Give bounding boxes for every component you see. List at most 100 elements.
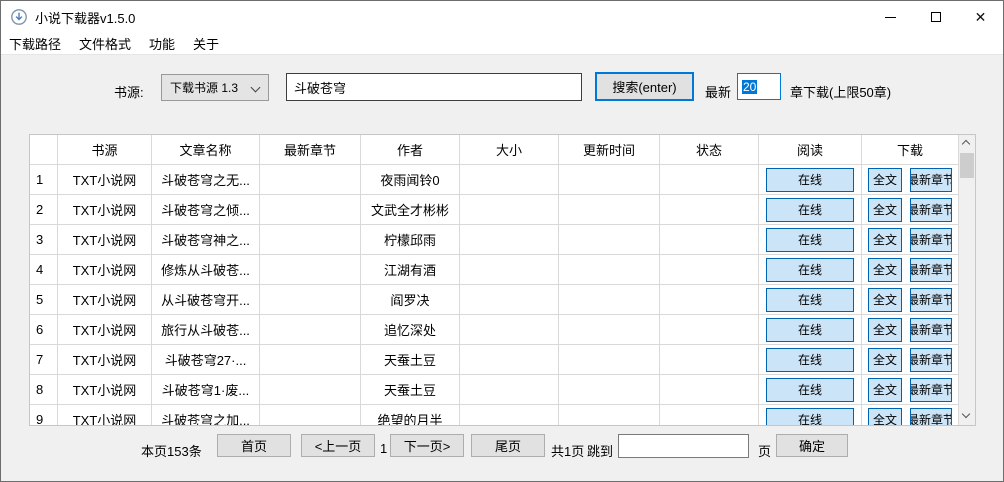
- row-index: 2: [30, 195, 58, 225]
- row-source: TXT小说网: [58, 285, 152, 315]
- download-full-button[interactable]: 全文: [868, 228, 902, 252]
- selected-text: 20: [742, 80, 757, 94]
- download-full-button[interactable]: 全文: [868, 198, 902, 222]
- row-download-cell: 全文 最新章节: [862, 405, 958, 425]
- row-status: [660, 195, 759, 225]
- read-online-button[interactable]: 在线: [766, 378, 854, 402]
- confirm-jump-button[interactable]: 确定: [776, 434, 848, 457]
- download-full-button[interactable]: 全文: [868, 288, 902, 312]
- scroll-up-icon[interactable]: [963, 141, 971, 149]
- row-updated: [559, 225, 660, 255]
- download-full-button[interactable]: 全文: [868, 378, 902, 402]
- row-updated: [559, 375, 660, 405]
- next-page-button[interactable]: 下一页>: [390, 434, 464, 457]
- row-size: [460, 405, 559, 425]
- row-source: TXT小说网: [58, 165, 152, 195]
- download-full-button[interactable]: 全文: [868, 318, 902, 342]
- download-latest-button[interactable]: 最新章节: [910, 258, 952, 282]
- row-status: [660, 315, 759, 345]
- read-online-button[interactable]: 在线: [766, 168, 854, 192]
- row-title: 旅行从斗破苍...: [152, 315, 260, 345]
- table-row: 1 TXT小说网 斗破苍穹之无... 夜雨闻铃0 在线 全文 最新章节: [30, 165, 958, 195]
- read-online-button[interactable]: 在线: [766, 288, 854, 312]
- download-latest-button[interactable]: 最新章节: [910, 318, 952, 342]
- prev-page-button[interactable]: <上一页: [301, 434, 375, 457]
- download-latest-button[interactable]: 最新章节: [910, 198, 952, 222]
- row-index: 1: [30, 165, 58, 195]
- read-online-button[interactable]: 在线: [766, 348, 854, 372]
- read-online-button[interactable]: 在线: [766, 408, 854, 426]
- row-status: [660, 225, 759, 255]
- row-read-cell: 在线: [759, 375, 862, 405]
- latest-label: 最新: [705, 82, 731, 101]
- header-updated: 更新时间: [559, 135, 660, 165]
- row-index: 5: [30, 285, 58, 315]
- read-online-button[interactable]: 在线: [766, 228, 854, 252]
- row-source: TXT小说网: [58, 195, 152, 225]
- download-latest-button[interactable]: 最新章节: [910, 378, 952, 402]
- row-author: 夜雨闻铃0: [361, 165, 460, 195]
- row-size: [460, 375, 559, 405]
- download-latest-button[interactable]: 最新章节: [910, 288, 952, 312]
- row-index: 6: [30, 315, 58, 345]
- menu-file-format[interactable]: 文件格式: [70, 34, 140, 53]
- row-title: 从斗破苍穹开...: [152, 285, 260, 315]
- search-input[interactable]: 斗破苍穹: [286, 73, 582, 101]
- row-download-cell: 全文 最新章节: [862, 345, 958, 375]
- read-online-button[interactable]: 在线: [766, 318, 854, 342]
- download-full-button[interactable]: 全文: [868, 348, 902, 372]
- row-status: [660, 285, 759, 315]
- row-download-cell: 全文 最新章节: [862, 375, 958, 405]
- table-header-row: 书源 文章名称 最新章节 作者 大小 更新时间 状态 阅读 下载: [30, 135, 958, 165]
- menu-download-path[interactable]: 下载路径: [1, 34, 70, 53]
- maximize-icon[interactable]: [913, 1, 958, 33]
- latest-chapters-input[interactable]: 20: [737, 73, 781, 100]
- table-row: 4 TXT小说网 修炼从斗破苍... 江湖有酒 在线 全文 最新章节: [30, 255, 958, 285]
- first-page-button[interactable]: 首页: [217, 434, 291, 457]
- read-online-button[interactable]: 在线: [766, 198, 854, 222]
- download-latest-button[interactable]: 最新章节: [910, 408, 952, 426]
- header-size: 大小: [460, 135, 559, 165]
- table-row: 7 TXT小说网 斗破苍穹27·... 天蚕土豆 在线 全文 最新章节: [30, 345, 958, 375]
- table-scrollbar[interactable]: [958, 135, 975, 425]
- download-latest-button[interactable]: 最新章节: [910, 348, 952, 372]
- last-page-button[interactable]: 尾页: [471, 434, 545, 457]
- menu-functions[interactable]: 功能: [140, 34, 184, 53]
- row-author: 柠檬邱雨: [361, 225, 460, 255]
- app-download-icon: [10, 8, 28, 26]
- row-latest-chapter: [260, 165, 361, 195]
- download-full-button[interactable]: 全文: [868, 258, 902, 282]
- row-size: [460, 255, 559, 285]
- scroll-down-icon[interactable]: [963, 411, 971, 419]
- row-source: TXT小说网: [58, 375, 152, 405]
- row-read-cell: 在线: [759, 225, 862, 255]
- row-index: 4: [30, 255, 58, 285]
- results-table: 书源 文章名称 最新章节 作者 大小 更新时间 状态 阅读 下载 1 TXT小说…: [29, 134, 976, 426]
- header-source: 书源: [58, 135, 152, 165]
- row-index: 3: [30, 225, 58, 255]
- row-status: [660, 405, 759, 425]
- row-latest-chapter: [260, 315, 361, 345]
- row-latest-chapter: [260, 345, 361, 375]
- download-full-button[interactable]: 全文: [868, 408, 902, 426]
- table-row: 8 TXT小说网 斗破苍穹1·废... 天蚕土豆 在线 全文 最新章节: [30, 375, 958, 405]
- read-online-button[interactable]: 在线: [766, 258, 854, 282]
- table-row: 5 TXT小说网 从斗破苍穹开... 阎罗决 在线 全文 最新章节: [30, 285, 958, 315]
- minimize-icon[interactable]: [868, 1, 913, 33]
- row-updated: [559, 195, 660, 225]
- download-full-button[interactable]: 全文: [868, 168, 902, 192]
- chevron-down-icon: [251, 83, 261, 93]
- jump-page-input[interactable]: [618, 434, 749, 458]
- close-icon[interactable]: ✕: [958, 1, 1003, 33]
- scrollbar-thumb[interactable]: [960, 153, 974, 178]
- row-updated: [559, 315, 660, 345]
- row-updated: [559, 255, 660, 285]
- source-select[interactable]: 下载书源 1.3: [161, 74, 269, 101]
- row-updated: [559, 285, 660, 315]
- menu-about[interactable]: 关于: [184, 34, 228, 53]
- download-latest-button[interactable]: 最新章节: [910, 168, 952, 192]
- search-button[interactable]: 搜索(enter): [595, 72, 694, 101]
- row-latest-chapter: [260, 375, 361, 405]
- table-row: 6 TXT小说网 旅行从斗破苍... 追忆深处 在线 全文 最新章节: [30, 315, 958, 345]
- download-latest-button[interactable]: 最新章节: [910, 228, 952, 252]
